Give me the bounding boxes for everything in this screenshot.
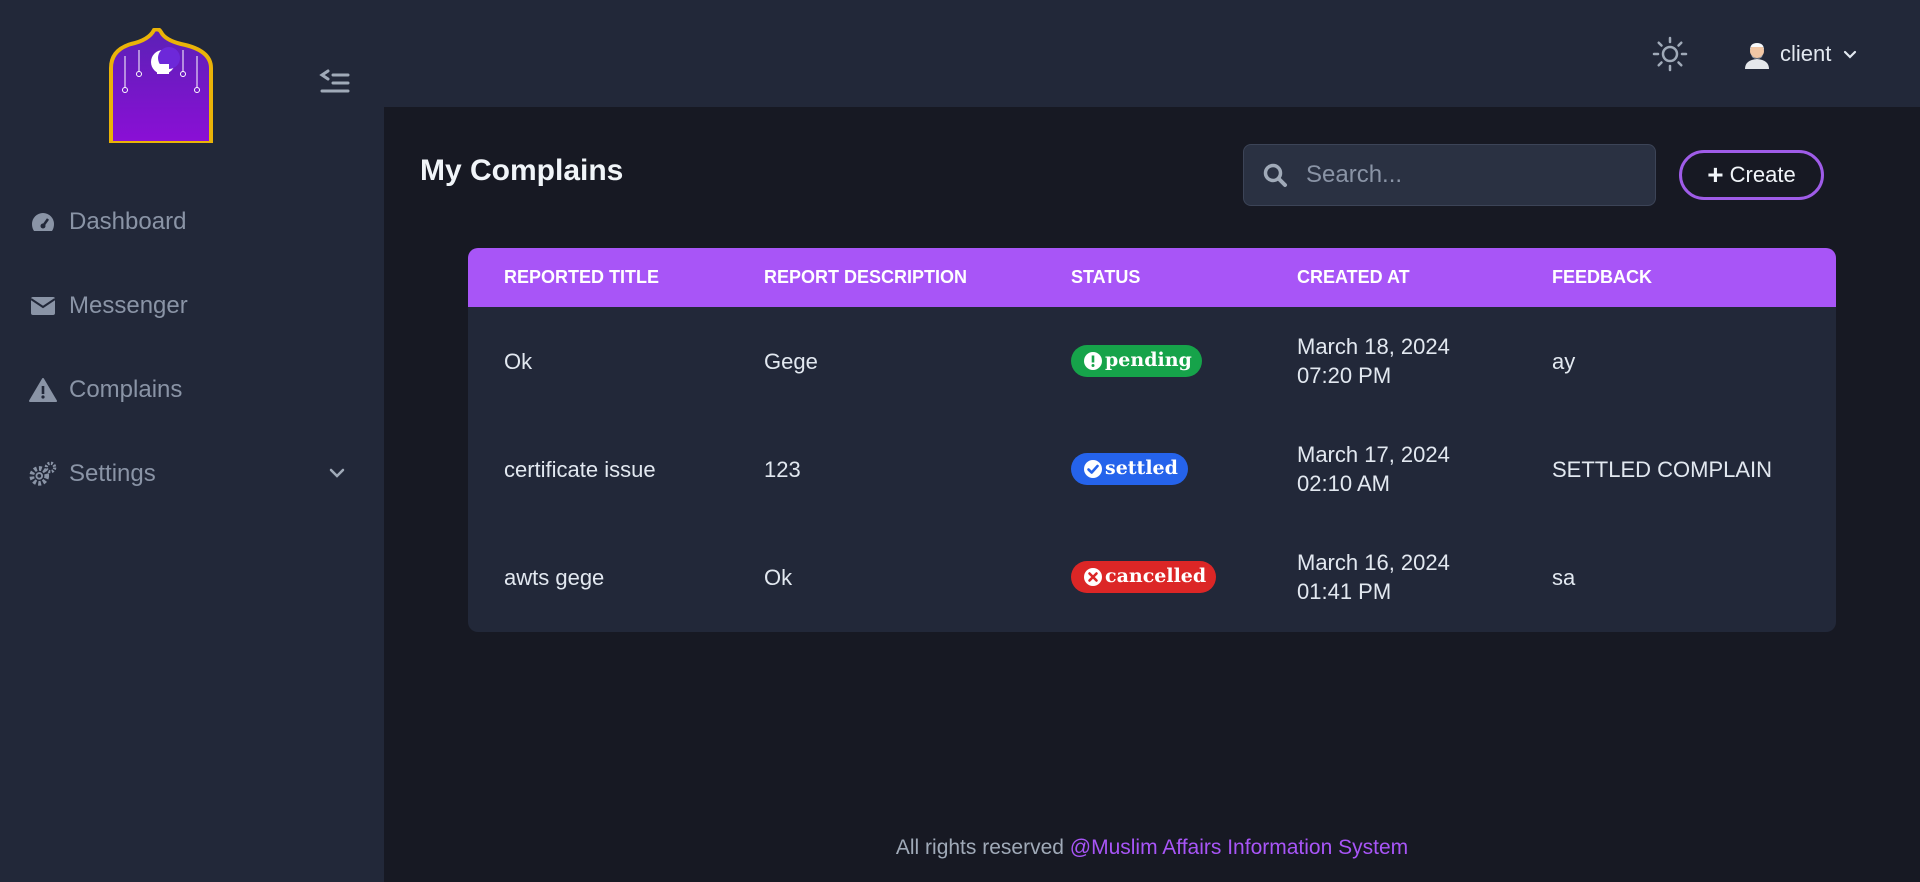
created-time: 01:41 PM — [1297, 579, 1392, 604]
sidebar: Dashboard Messenger Complains Settings — [0, 0, 384, 882]
created-date: March 17, 2024 — [1297, 442, 1450, 467]
table-row[interactable]: awts gege Ok cancelled March 16, 2024 01… — [468, 523, 1836, 631]
footer: All rights reserved @Muslim Affairs Info… — [384, 836, 1920, 860]
table-row[interactable]: Ok Gege pending March 18, 2024 07:20 PM … — [468, 307, 1836, 415]
status-label: cancelled — [1105, 565, 1207, 587]
status-badge: cancelled — [1071, 560, 1217, 593]
sidebar-item-label: Dashboard — [69, 208, 187, 235]
complaints-table: REPORTED TITLE REPORT DESCRIPTION STATUS… — [468, 248, 1836, 632]
sidebar-item-label: Complains — [69, 376, 183, 403]
cell-description: Ok — [764, 564, 793, 590]
column-header-status[interactable]: STATUS — [1035, 248, 1261, 307]
chevron-down-icon — [1844, 50, 1857, 59]
column-header-created-at[interactable]: CREATED AT — [1261, 248, 1516, 307]
status-label: pending — [1105, 349, 1192, 371]
table-header-row: REPORTED TITLE REPORT DESCRIPTION STATUS… — [468, 248, 1836, 307]
cell-status: cancelled — [1035, 523, 1261, 631]
cell-feedback: ay — [1552, 348, 1576, 374]
created-date: March 16, 2024 — [1297, 550, 1450, 575]
mosque-logo[interactable] — [107, 28, 215, 143]
column-header-title[interactable]: REPORTED TITLE — [468, 248, 728, 307]
cell-title: certificate issue — [504, 456, 656, 482]
search-box — [1243, 144, 1656, 206]
user-menu[interactable]: client — [1742, 34, 1859, 74]
created-date: March 18, 2024 — [1297, 334, 1450, 359]
search-input[interactable] — [1288, 145, 1655, 205]
exclamation-circle-icon — [1084, 351, 1102, 370]
status-badge: pending — [1071, 344, 1202, 377]
cell-description: Gege — [764, 348, 818, 374]
chevron-down-icon[interactable] — [326, 462, 348, 484]
cell-status: pending — [1035, 307, 1261, 415]
table-row[interactable]: certificate issue 123 settled March 17, … — [468, 415, 1836, 523]
dashboard-gauge-icon — [29, 208, 57, 236]
warning-triangle-icon — [29, 376, 57, 404]
created-time: 07:20 PM — [1297, 363, 1392, 388]
sidebar-item-messenger[interactable]: Messenger — [0, 264, 384, 348]
sun-icon[interactable] — [1652, 36, 1688, 72]
status-badge: settled — [1071, 452, 1188, 485]
x-circle-icon — [1084, 567, 1102, 586]
cell-created-at: March 18, 2024 07:20 PM — [1261, 307, 1516, 415]
column-header-feedback[interactable]: FEEDBACK — [1516, 248, 1836, 307]
sidebar-item-dashboard[interactable]: Dashboard — [0, 180, 384, 264]
cell-title: awts gege — [504, 564, 605, 590]
avatar — [1745, 43, 1769, 69]
sidebar-item-complains[interactable]: Complains — [0, 348, 384, 432]
check-circle-icon — [1084, 459, 1102, 478]
footer-brand-link[interactable]: @Muslim Affairs Information System — [1070, 836, 1408, 859]
sidebar-nav: Dashboard Messenger Complains Settings — [0, 180, 384, 516]
cell-created-at: March 16, 2024 01:41 PM — [1261, 523, 1516, 631]
page-title: My Complains — [420, 154, 624, 187]
cell-created-at: March 17, 2024 02:10 AM — [1261, 415, 1516, 523]
cell-title: Ok — [504, 348, 533, 374]
gears-icon — [29, 460, 57, 488]
plus-icon: + — [1707, 159, 1724, 190]
column-header-description[interactable]: REPORT DESCRIPTION — [728, 248, 1035, 307]
sidebar-item-label: Messenger — [69, 292, 188, 319]
cell-description: 123 — [764, 456, 801, 482]
sidebar-item-settings[interactable]: Settings — [0, 432, 384, 516]
sidebar-item-label: Settings — [69, 460, 156, 487]
cell-feedback: sa — [1552, 564, 1576, 590]
collapse-sidebar-icon[interactable] — [318, 66, 352, 96]
created-time: 02:10 AM — [1297, 471, 1390, 496]
top-header — [384, 0, 1920, 107]
cell-feedback: SETTLED COMPLAIN — [1552, 456, 1773, 482]
status-label: settled — [1105, 457, 1178, 479]
create-label: Create — [1729, 162, 1796, 187]
envelope-icon — [29, 292, 57, 320]
cell-status: settled — [1035, 415, 1261, 523]
create-button[interactable]: + Create — [1679, 150, 1824, 200]
search-icon — [1263, 163, 1287, 187]
user-name: client — [1780, 41, 1832, 66]
footer-text: All rights reserved — [895, 836, 1064, 859]
